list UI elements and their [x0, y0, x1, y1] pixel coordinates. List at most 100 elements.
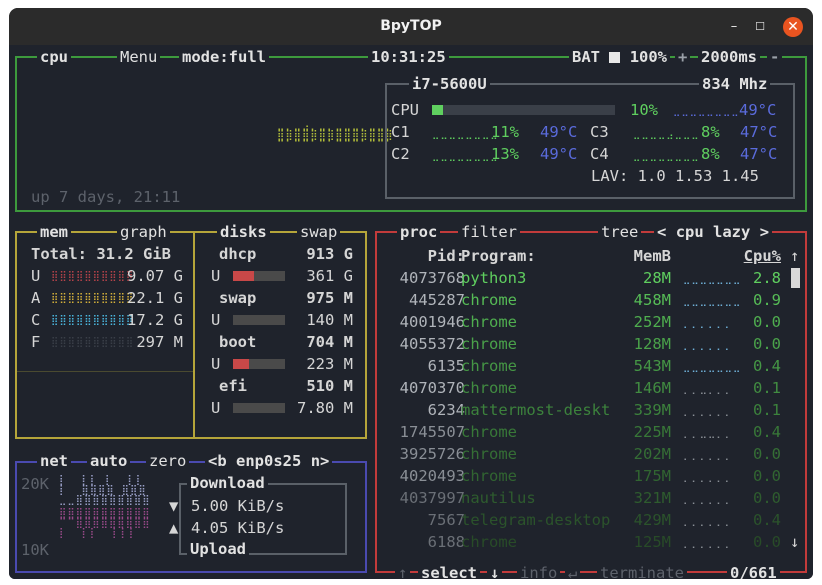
- interface-name: enp0s25: [236, 452, 302, 470]
- core-1-percent: 11%: [491, 123, 519, 141]
- process-name[interactable]: telegram-desktop: [461, 509, 610, 531]
- process-mem[interactable]: 339M: [619, 399, 671, 421]
- process-cpu[interactable]: 0.1: [739, 399, 781, 421]
- process-cpu[interactable]: 0.4: [739, 421, 781, 443]
- interface-prev[interactable]: <b: [208, 452, 227, 470]
- interface-next[interactable]: n>: [311, 452, 330, 470]
- sort-next[interactable]: >: [760, 223, 769, 241]
- process-pid[interactable]: 4055372: [381, 333, 465, 355]
- info-button[interactable]: info: [517, 563, 561, 579]
- process-cpu[interactable]: 0.0: [739, 465, 781, 487]
- scroll-up-icon[interactable]: ↑: [790, 245, 799, 267]
- terminate-button[interactable]: terminate: [597, 563, 687, 579]
- upload-label: Upload: [187, 539, 249, 559]
- sort-prev[interactable]: <: [657, 223, 666, 241]
- process-mem[interactable]: 146M: [619, 377, 671, 399]
- header-mem[interactable]: MemB: [619, 245, 671, 267]
- zero-toggle[interactable]: zero: [146, 451, 190, 471]
- process-cpu[interactable]: 0.0: [739, 443, 781, 465]
- header-program[interactable]: Program:: [461, 245, 536, 267]
- select-up-icon[interactable]: ↑: [395, 563, 411, 579]
- interface-selector[interactable]: <b enp0s25 n>: [205, 451, 333, 471]
- process-mem[interactable]: 321M: [619, 487, 671, 509]
- core-1-graph: ⣀⣀⣀⣀⣀⣀⣀⣀: [432, 129, 499, 140]
- cpu-total-label: CPU: [391, 101, 419, 119]
- cpu-total-temp: 49°C: [739, 101, 777, 119]
- process-pid[interactable]: 7567: [381, 509, 465, 531]
- process-pid[interactable]: 4070370: [381, 377, 465, 399]
- process-cpu[interactable]: 0.0: [739, 333, 781, 355]
- process-mem[interactable]: 543M: [619, 355, 671, 377]
- process-pid[interactable]: 4073768: [381, 267, 465, 289]
- process-name[interactable]: chrome: [461, 443, 517, 465]
- process-pid[interactable]: 6234: [381, 399, 465, 421]
- mode-toggle[interactable]: mode:full: [179, 47, 269, 67]
- process-name[interactable]: chrome: [461, 355, 517, 377]
- auto-toggle[interactable]: auto: [87, 451, 131, 471]
- process-pid[interactable]: 4001946: [381, 311, 465, 333]
- core-3-graph: ⣀⣀⣀⣀⣠⣀⣀⣀: [633, 129, 700, 140]
- disk-used: 140 M: [306, 311, 353, 329]
- swap-toggle[interactable]: swap: [297, 222, 341, 242]
- load-average: LAV: 1.0 1.53 1.45: [591, 167, 759, 185]
- process-cpu[interactable]: 0.0: [739, 487, 781, 509]
- core-2-temp: 49°C: [540, 145, 578, 163]
- sort-selector[interactable]: < cpu lazy >: [654, 222, 773, 242]
- process-name[interactable]: chrome: [461, 289, 517, 311]
- menu-button[interactable]: Menu: [117, 47, 161, 67]
- close-button[interactable]: ✕: [783, 17, 803, 37]
- select-button[interactable]: select: [418, 563, 480, 579]
- process-cpu[interactable]: 0.9: [739, 289, 781, 311]
- process-name[interactable]: chrome: [461, 531, 517, 553]
- disk-used: 361 G: [306, 267, 353, 285]
- process-mem[interactable]: 252M: [619, 311, 671, 333]
- select-down-icon[interactable]: ↓: [487, 563, 503, 579]
- tree-toggle[interactable]: tree: [598, 222, 642, 242]
- refresh-minus-button[interactable]: -: [767, 47, 783, 67]
- download-arrow-icon: ▼: [169, 497, 179, 515]
- process-pid[interactable]: 6135: [381, 355, 465, 377]
- process-mem[interactable]: 125M: [619, 531, 671, 553]
- mem-graph-toggle[interactable]: graph: [117, 222, 170, 242]
- net-scale-top: 20K: [21, 475, 49, 493]
- process-cpu[interactable]: 0.1: [739, 377, 781, 399]
- maximize-button[interactable]: ☐: [750, 17, 770, 37]
- header-pid[interactable]: Pid:: [381, 245, 465, 267]
- process-pid[interactable]: 3925726: [381, 443, 465, 465]
- process-cpu[interactable]: 0.4: [739, 509, 781, 531]
- process-cpu[interactable]: 2.8: [739, 267, 781, 289]
- refresh-plus-button[interactable]: +: [675, 47, 691, 67]
- process-name[interactable]: chrome: [461, 421, 517, 443]
- process-name[interactable]: chrome: [461, 311, 517, 333]
- process-cpu[interactable]: 0.4: [739, 355, 781, 377]
- process-pid[interactable]: 1745507: [381, 421, 465, 443]
- cpu-graph: ⣀⡀⣀⣠⡀⣀⡀⣀⣀⣀⡀⣀⣀⡀ ⣿⣿⣿⣿⣿⣿⣿⣿⣿⣿⣿⣿⣿⣿ ⠉⠁⠉⠉⠁⠉⠁⠉⠉⠉…: [277, 120, 394, 151]
- process-pid[interactable]: 4020493: [381, 465, 465, 487]
- process-mem[interactable]: 175M: [619, 465, 671, 487]
- minimize-button[interactable]: –: [724, 17, 744, 37]
- process-pid[interactable]: 6188: [381, 531, 465, 553]
- scroll-down-icon[interactable]: ↓: [790, 531, 799, 553]
- enter-icon: ↵: [565, 563, 581, 579]
- scrollbar-thumb[interactable]: [791, 268, 800, 288]
- process-mem[interactable]: 28M: [619, 267, 671, 289]
- process-name[interactable]: chrome: [461, 377, 517, 399]
- disk-used: 223 M: [306, 355, 353, 373]
- process-mem[interactable]: 225M: [619, 421, 671, 443]
- process-mem[interactable]: 458M: [619, 289, 671, 311]
- filter-button[interactable]: filter: [458, 222, 520, 242]
- process-name[interactable]: chrome: [461, 333, 517, 355]
- header-cpu[interactable]: Cpu%: [739, 245, 781, 267]
- process-cpu[interactable]: 0.0: [739, 531, 781, 553]
- process-mem[interactable]: 429M: [619, 509, 671, 531]
- process-name[interactable]: nautilus: [461, 487, 536, 509]
- process-mem[interactable]: 128M: [619, 333, 671, 355]
- download-speed: 5.00 KiB/s: [191, 497, 285, 515]
- process-cpu[interactable]: 0.0: [739, 311, 781, 333]
- process-mem[interactable]: 202M: [619, 443, 671, 465]
- process-name[interactable]: python3: [461, 267, 526, 289]
- process-name[interactable]: mattermost-deskt: [461, 399, 610, 421]
- process-name[interactable]: chrome: [461, 465, 517, 487]
- process-pid[interactable]: 445287: [381, 289, 465, 311]
- process-pid[interactable]: 4037997: [381, 487, 465, 509]
